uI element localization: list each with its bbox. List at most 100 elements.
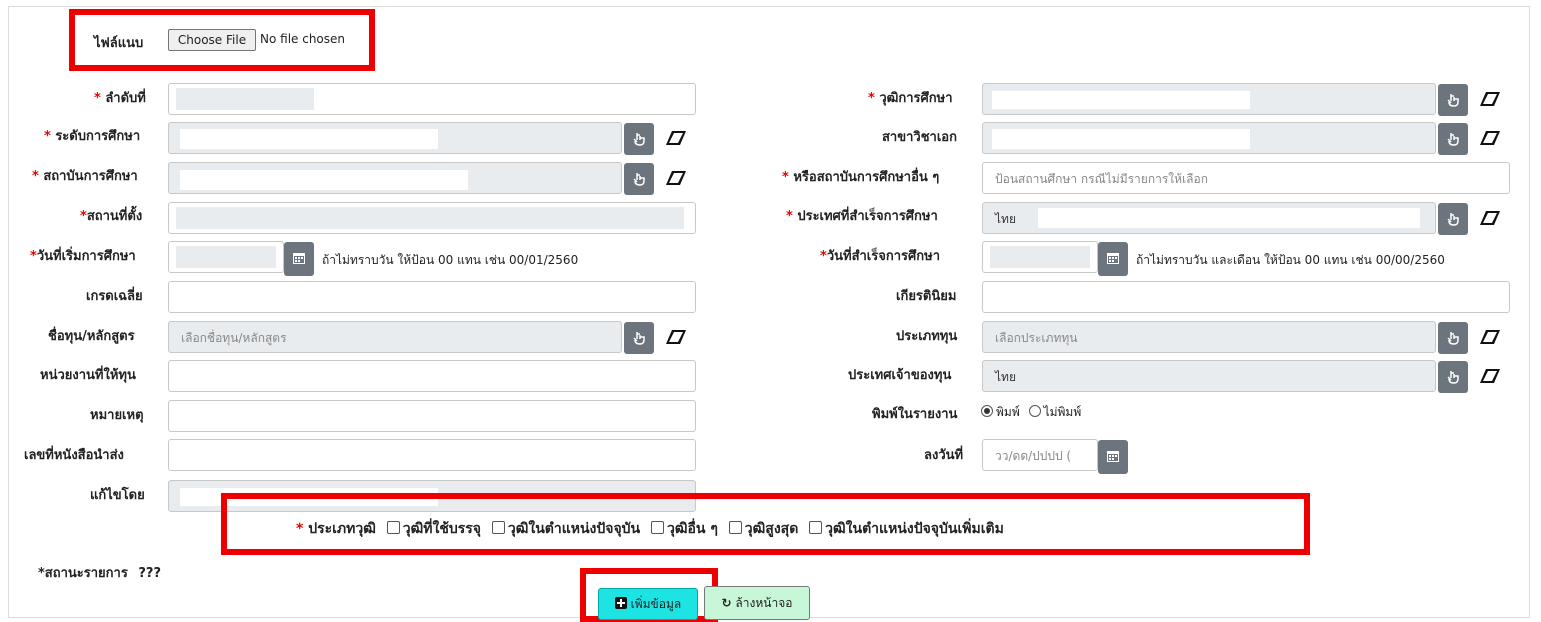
qualification-type-label: ประเภทวุฒิ — [308, 521, 376, 537]
honors-input[interactable] — [982, 281, 1510, 313]
scholarship-type-input[interactable]: เลือกประเภททุน — [982, 321, 1436, 353]
eraser-icon[interactable] — [1480, 131, 1500, 145]
start-date-calendar-button[interactable] — [284, 242, 314, 276]
scholarship-country-select-button[interactable] — [1438, 361, 1468, 393]
print-in-report-label: พิมพ์ในรายงาน — [872, 407, 958, 422]
eraser-icon[interactable] — [1480, 330, 1500, 344]
refresh-icon: ↻ — [721, 596, 732, 610]
end-date-redacted — [990, 246, 1090, 268]
major-label: สาขาวิชาเอก — [882, 130, 957, 145]
signed-date-label: ลงวันที่ — [924, 448, 964, 463]
start-date-hint: ถ้าไม่ทราบวัน ให้ป้อน 00 แทน เช่น 00/01/… — [322, 253, 579, 267]
country-graduated-value: ไทย — [995, 212, 1016, 226]
institution-select-button[interactable] — [624, 163, 654, 195]
eraser-icon[interactable] — [666, 131, 686, 145]
eraser-icon[interactable] — [666, 330, 686, 344]
scholarship-country-input[interactable]: ไทย — [982, 360, 1436, 392]
letter-no-label: เลขที่หนังสือนำส่ง — [24, 448, 124, 463]
clear-button-label: ล้างหน้าจอ — [735, 596, 793, 610]
note-input[interactable] — [168, 400, 696, 432]
scholarship-input[interactable]: เลือกชื่อทุน/หลักสูตร — [168, 321, 622, 353]
status-value: ??? — [138, 566, 161, 581]
qualification-option: วุฒิในตำแหน่งปัจจุบันเพิ่มเติม — [825, 521, 1004, 537]
note-label: หมายเหตุ — [90, 408, 144, 423]
scholarship-placeholder: เลือกชื่อทุน/หลักสูตร — [181, 331, 287, 345]
eraser-icon[interactable] — [1480, 369, 1500, 383]
edited-by-label: แก้ไขโดย — [90, 488, 145, 503]
add-button[interactable]: เพิ่มข้อมูล — [598, 588, 698, 620]
no-print-option-label: ไม่พิมพ์ — [1043, 405, 1082, 419]
signed-date-calendar-button[interactable] — [1098, 440, 1128, 474]
location-redacted — [176, 207, 684, 229]
other-institution-input[interactable]: ป้อนสถานศึกษา กรณีไม่มีรายการให้เลือก — [982, 162, 1510, 194]
letter-no-input[interactable] — [168, 439, 696, 471]
add-button-label: เพิ่มข้อมูล — [630, 597, 682, 611]
scholarship-country-label: ประเทศเจ้าของทุน — [848, 368, 952, 383]
order-label: * ลำดับที่ — [94, 91, 146, 106]
degree-select-button[interactable] — [1438, 84, 1468, 116]
qualification-checkbox[interactable] — [728, 521, 742, 534]
country-graduated-redacted — [1038, 208, 1420, 228]
degree-redacted — [992, 91, 1250, 109]
institution-label: * สถาบันการศึกษา — [32, 169, 138, 184]
qualification-option: วุฒิอื่น ๆ — [667, 521, 718, 537]
signed-date-input[interactable]: วว/ดด/ปปปป ( — [982, 439, 1098, 471]
qualification-option: วุฒิที่ใช้บรรจุ — [402, 521, 481, 537]
level-redacted — [180, 129, 438, 149]
attachment-label: ไฟล์แนบ — [94, 36, 144, 51]
major-select-button[interactable] — [1438, 123, 1468, 155]
scholarship-label: ชื่อทุน/หลักสูตร — [48, 329, 135, 344]
eraser-icon[interactable] — [1480, 92, 1500, 106]
plus-square-icon — [614, 597, 627, 609]
country-graduated-select-button[interactable] — [1438, 203, 1468, 235]
scholarship-type-select-button[interactable] — [1438, 322, 1468, 354]
print-radio-group: พิมพ์ ไม่พิมพ์ — [976, 403, 1081, 422]
file-status: No file chosen — [260, 32, 346, 46]
eraser-icon[interactable] — [1480, 211, 1500, 225]
hand-pointer-icon — [633, 332, 645, 345]
location-label: *สถานที่ตั้ง — [80, 209, 143, 224]
order-redacted — [176, 88, 314, 110]
calendar-icon — [1107, 451, 1119, 462]
status-label: *สถานะรายการ — [38, 566, 128, 581]
no-print-radio[interactable] — [1028, 405, 1041, 417]
clear-button[interactable]: ↻ ล้างหน้าจอ — [704, 586, 810, 620]
signed-date-placeholder: วว/ดด/ปปปป ( — [995, 449, 1072, 463]
hand-pointer-icon — [633, 173, 645, 186]
choose-file-label: Choose File — [177, 33, 247, 47]
qualification-type-row: * ประเภทวุฒิ วุฒิที่ใช้บรรจุ วุฒิในตำแหน… — [296, 518, 1004, 540]
institution-redacted — [180, 170, 468, 190]
honors-label: เกียรตินิยม — [896, 289, 957, 304]
qualification-checkbox[interactable] — [651, 521, 664, 534]
qualification-checkbox[interactable] — [809, 521, 823, 534]
choose-file-button[interactable]: Choose File — [168, 29, 256, 51]
scholarship-type-placeholder: เลือกประเภททุน — [995, 331, 1078, 345]
scholarship-select-button[interactable] — [624, 322, 654, 354]
gpa-label: เกรดเฉลี่ย — [86, 289, 143, 304]
gpa-input[interactable] — [168, 281, 696, 313]
degree-label: * วุฒิการศึกษา — [868, 91, 953, 106]
funding-agency-label: หน่วยงานที่ให้ทุน — [40, 368, 136, 383]
end-date-calendar-button[interactable] — [1098, 242, 1128, 276]
qualification-checkbox[interactable] — [491, 521, 505, 534]
print-option-label: พิมพ์ — [996, 405, 1020, 419]
hand-pointer-icon — [1447, 371, 1459, 384]
required-mark: * — [296, 521, 309, 537]
other-institution-label: * หรือสถาบันการศึกษาอื่น ๆ — [782, 170, 940, 185]
scholarship-country-value: ไทย — [995, 370, 1016, 384]
print-radio[interactable] — [981, 405, 993, 417]
major-redacted — [992, 129, 1250, 149]
end-date-label: *วันที่สำเร็จการศึกษา — [820, 249, 940, 264]
start-date-redacted — [176, 246, 276, 268]
start-date-label: *วันที่เริ่มการศึกษา — [30, 249, 136, 264]
level-select-button[interactable] — [624, 123, 654, 155]
hand-pointer-icon — [633, 133, 645, 146]
hand-pointer-icon — [1447, 213, 1459, 226]
funding-agency-input[interactable] — [168, 360, 696, 392]
status-row: *สถานะรายการ ??? — [38, 562, 161, 583]
eraser-icon[interactable] — [666, 171, 686, 185]
calendar-icon — [293, 253, 305, 264]
qualification-checkbox[interactable] — [386, 521, 400, 534]
country-graduated-label: * ประเทศที่สำเร็จการศึกษา — [786, 209, 938, 224]
qualification-option: วุฒิสูงสุด — [744, 521, 799, 537]
